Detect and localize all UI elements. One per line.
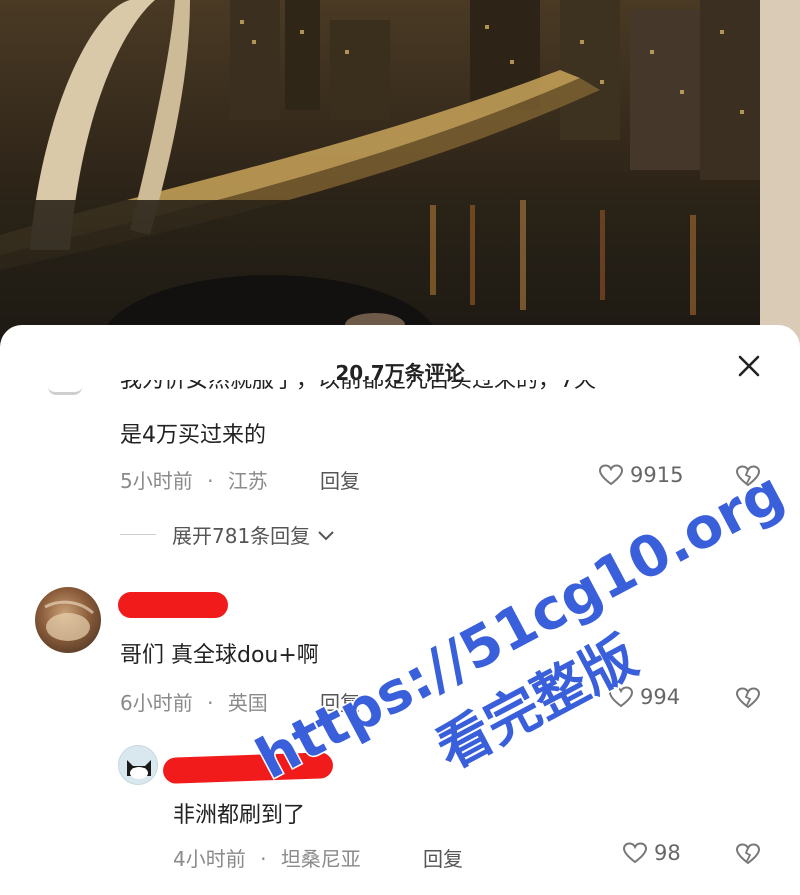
avatar[interactable] bbox=[118, 745, 158, 785]
comment-text: 非洲都刷到了 bbox=[173, 803, 306, 828]
comment-time: 5小时前 · 江苏 bbox=[120, 465, 268, 494]
cat-icon bbox=[127, 760, 151, 779]
comment-text: 哥们 真全球dou+啊 bbox=[120, 643, 319, 668]
avatar[interactable] bbox=[35, 587, 101, 653]
meta-separator: · bbox=[207, 691, 214, 715]
heart-icon bbox=[598, 464, 624, 486]
broken-heart-icon[interactable] bbox=[735, 842, 761, 866]
redacted-username bbox=[118, 592, 228, 618]
chevron-down-icon bbox=[318, 530, 334, 540]
redacted-username bbox=[162, 752, 334, 784]
like-button[interactable]: 9915 bbox=[598, 463, 683, 487]
divider-line bbox=[120, 533, 156, 536]
avatar-image bbox=[44, 600, 95, 641]
reply-button[interactable]: 回复 bbox=[320, 465, 360, 494]
reply-button[interactable]: 回复 bbox=[423, 843, 463, 872]
comment-time: 4小时前 · 坦桑尼亚 bbox=[173, 843, 361, 872]
close-icon[interactable] bbox=[736, 353, 762, 379]
screen: 20.7万条评论 我为价女然就服了，以前都是几百买过来的，7天 是4万买过来的 … bbox=[0, 0, 800, 895]
video-frame[interactable] bbox=[0, 0, 800, 360]
meta-separator: · bbox=[207, 469, 214, 493]
comment-sheet: 20.7万条评论 我为价女然就服了，以前都是几百买过来的，7天 是4万买过来的 … bbox=[0, 325, 800, 895]
frame-edge bbox=[760, 0, 800, 360]
comment-time: 6小时前 · 英国 bbox=[120, 687, 268, 716]
comment-location: 英国 bbox=[227, 691, 268, 715]
like-count: 9915 bbox=[630, 463, 684, 487]
like-count: 994 bbox=[640, 685, 681, 709]
like-count: 98 bbox=[654, 841, 681, 865]
like-button[interactable]: 994 bbox=[608, 685, 680, 709]
comment-location: 江苏 bbox=[227, 469, 268, 493]
comment-timestamp: 6小时前 bbox=[120, 691, 193, 715]
broken-heart-icon[interactable] bbox=[735, 464, 761, 488]
like-button[interactable]: 98 bbox=[622, 841, 681, 865]
night-city-scene bbox=[0, 0, 800, 360]
comment-timestamp: 5小时前 bbox=[120, 469, 193, 493]
heart-icon bbox=[608, 686, 634, 708]
comment-text-partial: 我为价女然就服了，以前都是几百买过来的，7天 bbox=[120, 380, 596, 393]
comment-location: 坦桑尼亚 bbox=[280, 847, 361, 871]
expand-replies-label: 展开781条回复 bbox=[172, 524, 311, 548]
heart-icon bbox=[622, 842, 648, 864]
broken-heart-icon[interactable] bbox=[735, 686, 761, 710]
comment-timestamp: 4小时前 bbox=[173, 847, 246, 871]
meta-separator: · bbox=[260, 847, 267, 871]
reply-button[interactable]: 回复 bbox=[320, 687, 360, 716]
comment-text: 是4万买过来的 bbox=[120, 423, 266, 448]
avatar[interactable] bbox=[48, 387, 82, 395]
expand-replies-button[interactable]: 展开781条回复 bbox=[120, 520, 336, 549]
